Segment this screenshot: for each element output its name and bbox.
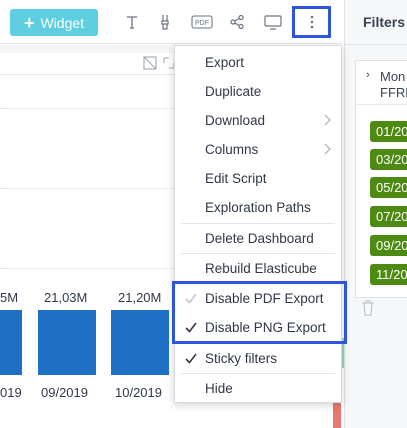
menu-item-download[interactable]: Download bbox=[175, 106, 341, 135]
chevron-right-icon bbox=[324, 114, 331, 126]
filter-header[interactable]: › Mon FFRR bbox=[356, 61, 407, 105]
share-icon[interactable] bbox=[227, 12, 247, 32]
add-widget-label: Widget bbox=[40, 14, 85, 31]
more-vertical-icon bbox=[310, 15, 313, 29]
bar-value-label: 21,20M bbox=[118, 290, 162, 305]
plus-icon: + bbox=[23, 12, 35, 33]
menu-item-hide[interactable]: Hide bbox=[175, 374, 341, 403]
divider bbox=[345, 44, 407, 45]
menu-item-exploration-paths[interactable]: Exploration Paths bbox=[175, 193, 341, 222]
bar-value-label: 5M bbox=[0, 290, 19, 305]
filter-chip[interactable]: 11/20 bbox=[370, 264, 407, 285]
x-axis-label: 019 bbox=[0, 385, 22, 400]
filter-title: Mon bbox=[380, 69, 406, 84]
bar-value-label: 21,03M bbox=[44, 290, 88, 305]
menu-item-label: Download bbox=[205, 113, 266, 128]
filter-chip[interactable]: 03/20 bbox=[370, 149, 407, 170]
filters-panel: Filters › Mon FFRR 01/20 03/20 05/20 07/… bbox=[344, 0, 407, 428]
bar-aug-2019[interactable] bbox=[0, 310, 22, 375]
x-axis-label: 10/2019 bbox=[115, 385, 162, 400]
menu-item-label: Exploration Paths bbox=[205, 200, 311, 215]
menu-item-sticky-filters[interactable]: Sticky filters bbox=[175, 344, 341, 373]
add-widget-button[interactable]: + Widget bbox=[10, 9, 98, 36]
more-options-menu: Export Duplicate Download Columns Edit S… bbox=[174, 45, 342, 403]
filter-chip[interactable]: 01/20 bbox=[370, 121, 407, 142]
filter-chip[interactable]: 07/20 bbox=[370, 206, 407, 227]
menu-item-label: Columns bbox=[205, 142, 259, 157]
pdf-icon-text: PDF bbox=[195, 20, 209, 27]
menu-item-label: Hide bbox=[205, 381, 233, 396]
menu-item-duplicate[interactable]: Duplicate bbox=[175, 77, 341, 106]
menu-item-delete-dashboard[interactable]: Delete Dashboard bbox=[175, 224, 341, 253]
trash-icon[interactable] bbox=[361, 300, 375, 316]
filter-chip[interactable]: 05/20 bbox=[370, 177, 407, 198]
widget-edit-icon[interactable] bbox=[143, 56, 157, 70]
bar-sep-2019[interactable] bbox=[38, 310, 96, 375]
x-axis-label: 09/2019 bbox=[41, 385, 88, 400]
brush-icon[interactable] bbox=[155, 12, 175, 32]
filter-card[interactable]: › Mon FFRR 01/20 03/20 05/20 07/20 09/20… bbox=[355, 60, 407, 298]
check-icon bbox=[185, 353, 197, 364]
menu-item-label: Edit Script bbox=[205, 171, 267, 186]
bar-oct-2019[interactable] bbox=[111, 310, 169, 375]
menu-item-export[interactable]: Export bbox=[175, 48, 341, 77]
menu-item-columns[interactable]: Columns bbox=[175, 135, 341, 164]
chevron-right-icon[interactable]: › bbox=[366, 69, 370, 81]
filter-subtitle: FFRR bbox=[380, 85, 407, 100]
filter-chip[interactable]: 09/20 bbox=[370, 235, 407, 256]
menu-item-rebuild-elasticube[interactable]: Rebuild Elasticube bbox=[175, 254, 341, 283]
monitor-icon[interactable] bbox=[263, 12, 283, 32]
menu-item-edit-script[interactable]: Edit Script bbox=[175, 164, 341, 193]
menu-item-label: Export bbox=[205, 55, 245, 70]
menu-item-label: Rebuild Elasticube bbox=[205, 261, 317, 276]
more-options-button[interactable] bbox=[292, 6, 331, 38]
menu-item-label: Duplicate bbox=[205, 84, 262, 99]
menu-item-label: Delete Dashboard bbox=[205, 231, 314, 246]
menu-item-label: Sticky filters bbox=[205, 351, 278, 366]
pdf-icon[interactable]: PDF bbox=[190, 12, 214, 32]
text-icon[interactable] bbox=[122, 12, 142, 32]
chevron-right-icon bbox=[324, 143, 331, 155]
filters-title: Filters bbox=[363, 14, 406, 30]
dashboard-toolbar: + Widget PDF bbox=[0, 0, 341, 44]
highlight-box bbox=[172, 281, 347, 344]
